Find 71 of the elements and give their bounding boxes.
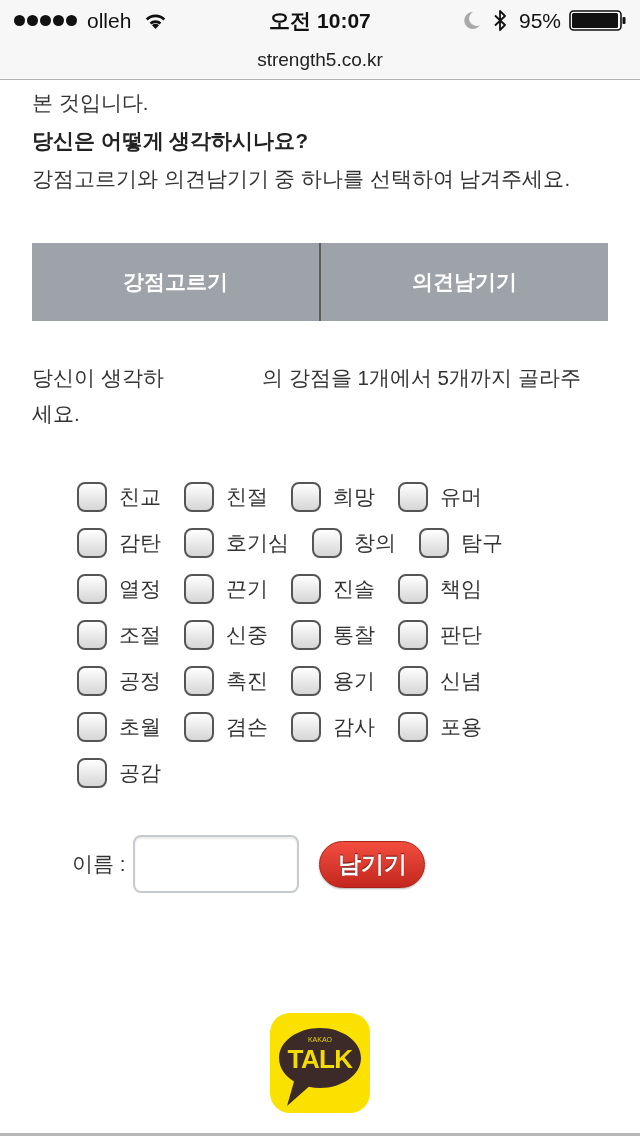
checkbox[interactable] bbox=[398, 574, 428, 604]
checkbox-label: 조절 bbox=[119, 624, 161, 646]
checkbox[interactable] bbox=[184, 482, 214, 512]
checkbox-label: 신념 bbox=[440, 670, 482, 692]
status-time: 오전 10:07 bbox=[269, 9, 371, 31]
checkbox-label: 겸손 bbox=[226, 716, 268, 738]
checkbox-label: 창의 bbox=[354, 532, 396, 554]
checkbox-label: 희망 bbox=[333, 486, 375, 508]
checkbox-label: 탐구 bbox=[461, 532, 503, 554]
checkbox-label: 친절 bbox=[226, 486, 268, 508]
checkbox[interactable] bbox=[291, 666, 321, 696]
checkbox[interactable] bbox=[398, 666, 428, 696]
signal-icon bbox=[14, 14, 78, 26]
checkbox[interactable] bbox=[291, 712, 321, 742]
checkbox[interactable] bbox=[419, 528, 449, 558]
checkbox[interactable] bbox=[184, 528, 214, 558]
question-text: 당신은 어떻게 생각하시나요? bbox=[32, 128, 308, 154]
checkbox-label: 감사 bbox=[333, 716, 375, 738]
checkbox-label: 열정 bbox=[119, 578, 161, 600]
checkbox-label: 공정 bbox=[119, 670, 161, 692]
checkbox[interactable] bbox=[77, 666, 107, 696]
checkbox-label: 감탄 bbox=[119, 532, 161, 554]
checkbox[interactable] bbox=[77, 712, 107, 742]
tab[interactable]: 의견남기기 bbox=[319, 243, 608, 321]
checkbox[interactable] bbox=[184, 712, 214, 742]
checkbox-label: 호기심 bbox=[226, 532, 289, 554]
checkbox[interactable] bbox=[291, 574, 321, 604]
checkbox-label: 진솔 bbox=[333, 578, 375, 600]
checkbox[interactable] bbox=[184, 620, 214, 650]
checkbox[interactable] bbox=[312, 528, 342, 558]
checkbox-label: 용기 bbox=[333, 670, 375, 692]
checkbox-label: 촉진 bbox=[226, 670, 268, 692]
checkbox[interactable] bbox=[77, 482, 107, 512]
tab[interactable]: 강점고르기 bbox=[32, 243, 319, 321]
checkbox-label: 끈기 bbox=[226, 578, 268, 600]
intro-text: 본 것입니다. bbox=[32, 90, 149, 116]
moon-icon bbox=[463, 11, 480, 29]
checkbox[interactable] bbox=[77, 620, 107, 650]
battery-percent: 95% bbox=[518, 9, 561, 31]
name-input[interactable] bbox=[133, 835, 300, 893]
instruction-text: 당신이 생각하 bbox=[32, 365, 164, 391]
checkbox[interactable] bbox=[184, 666, 214, 696]
speech-bubble-icon bbox=[279, 1028, 361, 1106]
checkbox-label: 판단 bbox=[440, 624, 482, 646]
bluetooth-icon bbox=[493, 9, 506, 31]
checkbox-label: 포용 bbox=[440, 716, 482, 738]
wifi-icon bbox=[144, 11, 168, 29]
checkbox-label: 친교 bbox=[119, 486, 161, 508]
checkbox[interactable] bbox=[398, 712, 428, 742]
checkbox[interactable] bbox=[77, 528, 107, 558]
checkbox-label: 신중 bbox=[226, 624, 268, 646]
checkbox-label: 통찰 bbox=[333, 624, 375, 646]
submit-button[interactable]: 남기기 bbox=[319, 840, 426, 888]
checkbox-label: 유머 bbox=[440, 486, 482, 508]
checkbox[interactable] bbox=[398, 620, 428, 650]
checkbox[interactable] bbox=[184, 574, 214, 604]
intro-text: 강점고르기와 의견남기기 중 하나를 선택하여 남겨주세요. bbox=[32, 166, 571, 192]
carrier-name: olleh bbox=[87, 9, 132, 31]
checkbox[interactable] bbox=[77, 758, 107, 788]
checkbox-label: 공감 bbox=[119, 762, 161, 784]
address-url[interactable]: strength5.co.kr bbox=[257, 50, 383, 69]
checkbox[interactable] bbox=[291, 620, 321, 650]
name-label: 이름 : bbox=[72, 853, 126, 875]
checkbox[interactable] bbox=[77, 574, 107, 604]
instruction-text: 세요. bbox=[32, 401, 80, 427]
battery-icon bbox=[569, 9, 626, 31]
checkbox[interactable] bbox=[398, 482, 428, 512]
checkbox-label: 책임 bbox=[440, 578, 482, 600]
checkbox-label: 초월 bbox=[119, 716, 161, 738]
instruction-text: 의 강점을 1개에서 5개까지 골라주 bbox=[262, 365, 581, 391]
checkbox[interactable] bbox=[291, 482, 321, 512]
